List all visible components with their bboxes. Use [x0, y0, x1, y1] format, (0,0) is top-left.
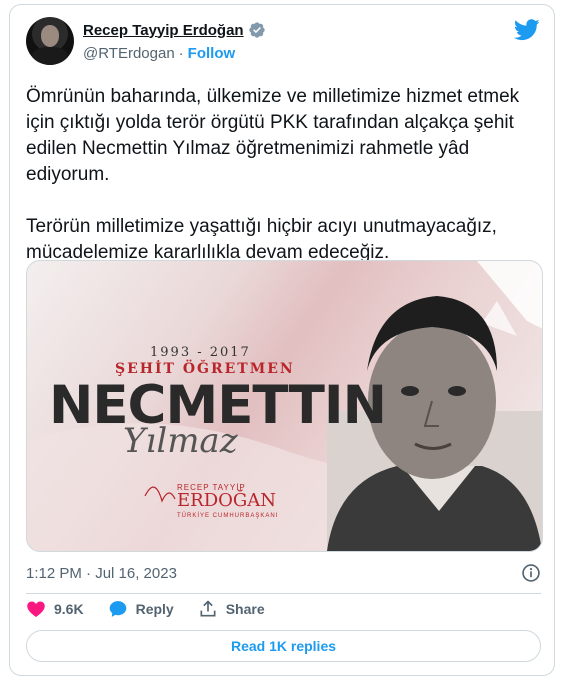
info-icon[interactable] — [521, 563, 541, 583]
meta-divider — [26, 593, 541, 594]
tweet-meta-row: 1:12 PM · Jul 16, 2023 — [26, 563, 541, 583]
handle-separator: · — [178, 45, 184, 62]
avatar-suit — [32, 47, 68, 65]
like-count: 9.6K — [54, 601, 84, 617]
tweet-actions: 9.6K Reply Share — [26, 599, 289, 619]
reply-bubble-icon — [109, 601, 126, 617]
heart-icon — [27, 601, 45, 617]
signature-sub-text: TÜRKİYE CUMHURBAŞKANI — [177, 513, 279, 519]
share-action[interactable]: Share — [198, 599, 265, 619]
read-replies-button[interactable]: Read 1K replies — [26, 630, 541, 662]
verified-badge-icon — [248, 22, 265, 38]
reply-action[interactable]: Reply — [108, 599, 174, 619]
author-name-row: Recep Tayyip Erdoğan — [83, 21, 266, 39]
author-avatar[interactable] — [26, 17, 74, 65]
twitter-bird-icon[interactable] — [514, 19, 540, 41]
tweet-text: Ömrünün baharında, ülkemize ve milletimi… — [26, 86, 520, 263]
signature-main-text: ERDOĞAN — [177, 490, 277, 511]
image-last-name: Yılmaz — [123, 421, 238, 461]
like-action[interactable]: 9.6K — [26, 599, 84, 619]
avatar-face — [41, 25, 59, 47]
author-name[interactable]: Recep Tayyip Erdoğan — [83, 22, 244, 39]
author-handle-row: @RTErdogan · Follow — [83, 45, 235, 62]
embedded-tweet-card: Recep Tayyip Erdoğan @RTErdogan · Follow… — [9, 4, 555, 676]
tweet-timestamp[interactable]: 1:12 PM · Jul 16, 2023 — [26, 565, 177, 582]
author-handle[interactable]: @RTErdogan — [83, 45, 175, 62]
reply-label: Reply — [135, 601, 174, 617]
follow-button[interactable]: Follow — [188, 45, 236, 62]
image-years: 1993 - 2017 — [150, 345, 251, 360]
share-label: Share — [225, 601, 265, 617]
share-icon — [200, 600, 216, 617]
tweet-image[interactable]: 1993 - 2017 ŞEHİT ÖĞRETMEN NECMETTIN Yıl… — [26, 260, 543, 552]
